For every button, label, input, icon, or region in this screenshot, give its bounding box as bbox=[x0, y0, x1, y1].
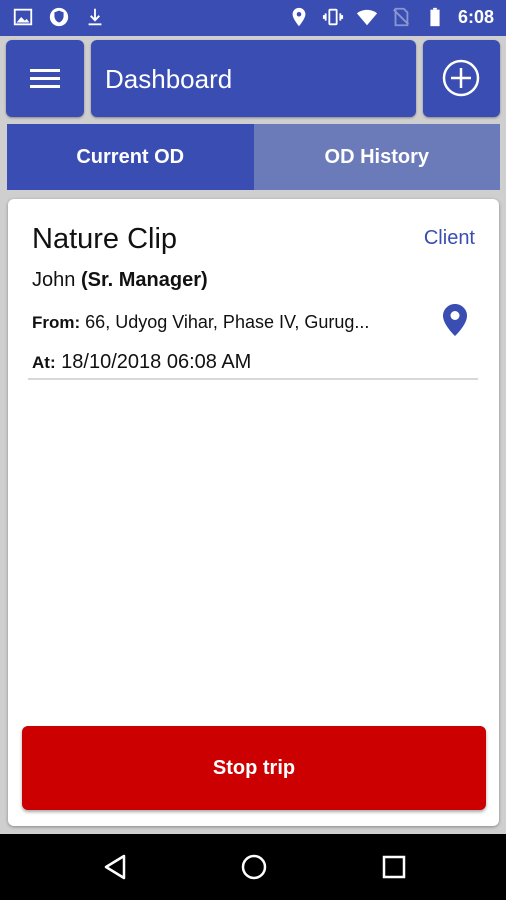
od-person: John (Sr. Manager) bbox=[32, 269, 208, 292]
at-value: 18/10/2018 06:08 AM bbox=[55, 351, 252, 373]
add-circle-icon bbox=[442, 59, 480, 97]
person-role: (Sr. Manager) bbox=[80, 269, 208, 291]
tab-current-od[interactable]: Current OD bbox=[7, 124, 254, 190]
battery-icon bbox=[430, 7, 440, 27]
status-bar: 6:08 bbox=[0, 0, 506, 36]
from-value: 66, Udyog Vihar, Phase IV, Gurug... bbox=[80, 312, 370, 332]
od-from: From: 66, Udyog Vihar, Phase IV, Gurug..… bbox=[32, 312, 369, 333]
hamburger-menu-icon bbox=[30, 69, 60, 88]
image-icon bbox=[13, 8, 33, 26]
shield-icon bbox=[49, 7, 69, 27]
stop-trip-button[interactable]: Stop trip bbox=[22, 726, 486, 810]
map-pin-icon[interactable] bbox=[442, 303, 468, 337]
location-icon bbox=[292, 7, 306, 27]
add-od-button[interactable] bbox=[423, 40, 500, 117]
od-at: At: 18/10/2018 06:08 AM bbox=[32, 351, 251, 374]
no-sim-icon bbox=[392, 7, 409, 27]
menu-button[interactable] bbox=[6, 40, 84, 117]
current-od-card: Nature Clip Client John (Sr. Manager) Fr… bbox=[8, 199, 499, 826]
od-name: Nature Clip bbox=[32, 223, 178, 255]
tab-od-history[interactable]: OD History bbox=[253, 124, 500, 190]
card-divider bbox=[28, 378, 478, 380]
page-title: Dashboard bbox=[105, 64, 233, 94]
status-left-icons bbox=[12, 6, 106, 28]
status-right-icons: 6:08 bbox=[288, 6, 494, 28]
page-title-bar: Dashboard bbox=[91, 40, 416, 117]
recents-icon[interactable] bbox=[379, 852, 409, 882]
at-label: At: bbox=[32, 353, 56, 372]
navigation-bar bbox=[0, 834, 506, 900]
home-icon[interactable] bbox=[239, 852, 269, 882]
from-label: From: bbox=[32, 313, 81, 332]
back-icon[interactable] bbox=[100, 852, 130, 882]
person-name: John bbox=[32, 269, 81, 291]
download-icon bbox=[88, 8, 102, 26]
vibrate-icon bbox=[322, 8, 344, 26]
status-time: 6:08 bbox=[457, 7, 494, 27]
wifi-icon bbox=[356, 9, 378, 26]
od-type: Client bbox=[423, 227, 475, 249]
od-tabs: Current OD OD History bbox=[7, 124, 500, 190]
